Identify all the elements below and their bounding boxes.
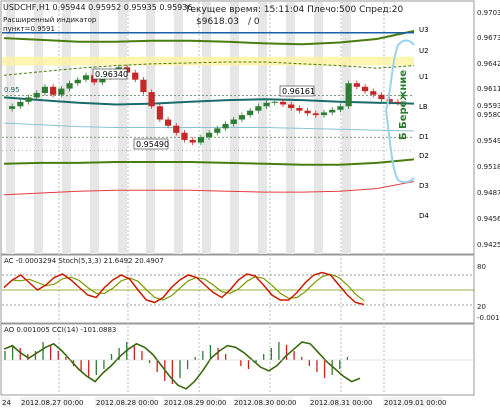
candle-body	[189, 139, 196, 143]
candle-body	[238, 115, 246, 120]
price-tick: 0.95183	[477, 163, 500, 171]
stoch-title: AC -0.0003294 Stoch(5,3,3) 21.6492 20.49…	[4, 257, 164, 265]
resistance-zone	[2, 56, 414, 66]
candle-body	[50, 86, 57, 95]
candle-body	[140, 79, 147, 93]
candle-body	[337, 106, 344, 110]
candle-body	[247, 110, 254, 116]
time-tick: 2012.08.30 00:00	[234, 399, 296, 407]
usdchf-chart: 80 20 -0.00173 USDCHF,H1 0.95944 0.95952 0…	[0, 0, 500, 407]
stoch-tick: 20	[477, 303, 486, 311]
time-tick: 2012.08.28 00:00	[96, 399, 158, 407]
candle-body	[58, 88, 65, 95]
day-band	[314, 2, 323, 254]
calc-label: Расширенный индикатор	[3, 16, 97, 24]
day-band	[62, 2, 71, 254]
candle-body	[312, 113, 319, 116]
candle-body	[271, 101, 278, 103]
candle-body	[9, 106, 16, 109]
balance-suffix: / 0	[248, 17, 260, 27]
label-mid: 0.96161	[282, 87, 315, 96]
balance-value: $9618.03	[196, 17, 239, 27]
level-d1: D1	[419, 133, 429, 141]
candle-body	[33, 92, 40, 98]
candle-body	[82, 75, 90, 80]
candle-body	[296, 108, 303, 111]
candle-body	[156, 106, 163, 120]
candle-body	[17, 101, 24, 107]
level-u1: U1	[419, 73, 429, 81]
time-tick: 2012.08.31 00:00	[310, 399, 372, 407]
price-tick: 0.97033	[477, 9, 500, 17]
candle-body	[255, 106, 262, 111]
time-tick: 24	[2, 399, 11, 407]
price-tick: 0.94563	[477, 215, 500, 223]
candle-body	[230, 119, 237, 124]
candle-body	[148, 92, 155, 107]
stoch-tick: 80	[477, 263, 486, 271]
candle-body	[329, 109, 336, 113]
candle-body	[66, 83, 73, 89]
candle-body	[345, 83, 352, 107]
price-tick: 0.96427	[477, 60, 500, 68]
price-tick: 0.96738	[477, 34, 500, 42]
label-left: 0.95	[4, 86, 20, 94]
level-u2: U2	[419, 47, 429, 55]
day-band	[6, 2, 15, 254]
label-low: 0.95490	[136, 140, 169, 149]
candle-body	[353, 83, 360, 87]
day-band	[342, 2, 351, 254]
price-tick: 0.94253	[477, 241, 500, 249]
price-tick: 0.95803	[477, 111, 500, 119]
ao-title: AO 0.001005 CCI(14) -101.0883	[4, 326, 116, 334]
candle-body	[304, 110, 311, 114]
candle-body	[132, 72, 139, 80]
candle-body	[41, 86, 49, 93]
ao-cci-panel	[0, 323, 475, 396]
day-band	[90, 2, 99, 254]
candle-body	[263, 102, 270, 107]
price-tick: 0.94873	[477, 189, 500, 197]
symbol-line: USDCHF,H1 0.95944 0.95952 0.95935 0.9593…	[3, 3, 192, 12]
candle-body	[288, 104, 295, 109]
candle-body	[320, 112, 328, 116]
time-tick: 2012.09.01 00:00	[384, 399, 446, 407]
candle-body	[378, 94, 385, 100]
label-high: 0.96340	[95, 70, 128, 79]
candle-body	[206, 132, 213, 138]
candle-body	[173, 125, 180, 133]
level-d3: D3	[419, 182, 429, 190]
price-tick: 0.95493	[477, 137, 500, 145]
candle-body	[222, 123, 229, 129]
candle-body	[25, 97, 32, 102]
price-tick: 0.96115	[477, 85, 500, 93]
candle-body	[361, 86, 369, 92]
time-tick: 2012.08.29 00:00	[164, 399, 226, 407]
calc-value: пункт=0.9591	[3, 25, 55, 33]
candle-body	[197, 137, 204, 143]
server-time: Текущее время: 15:11:04 Плечо:500 Спред:…	[184, 5, 403, 15]
stoch-tick: -0.00173	[477, 314, 500, 322]
candle-body	[370, 91, 377, 95]
candle-body	[214, 128, 221, 133]
price-tick: 0.95936	[477, 102, 500, 110]
level-d2: D2	[419, 152, 429, 160]
level-lb: LB	[419, 103, 428, 111]
candle-body	[74, 79, 81, 84]
candle-body	[164, 119, 172, 126]
time-tick: 2012.08.27 00:00	[21, 399, 83, 407]
vertical-label: Б Бережние	[398, 70, 409, 140]
level-d4: D4	[419, 212, 429, 220]
level-u3: U3	[419, 26, 429, 34]
candle-body	[279, 101, 287, 105]
candle-body	[181, 132, 188, 140]
